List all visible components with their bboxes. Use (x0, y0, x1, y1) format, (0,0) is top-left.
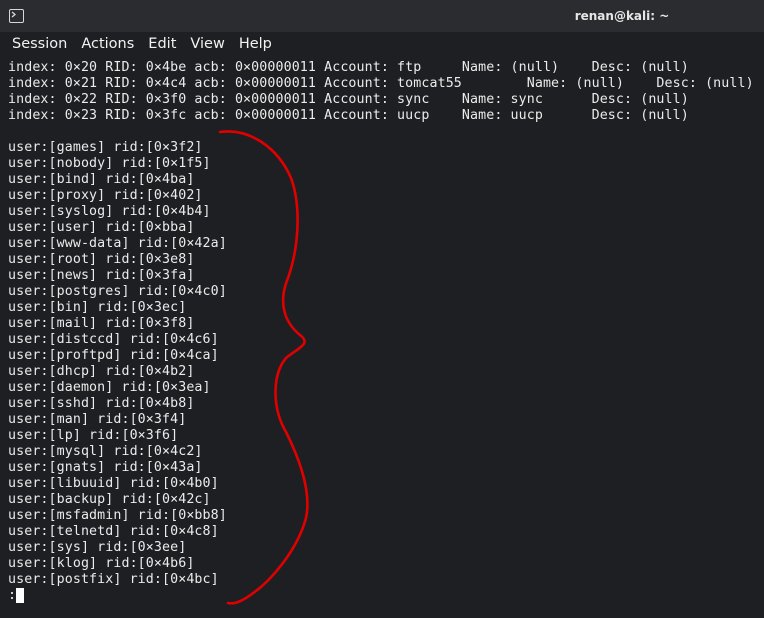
enum-line: index: 0×22 RID: 0×3f0 acb: 0×00000011 A… (8, 92, 689, 107)
menu-help[interactable]: Help (232, 33, 279, 55)
user-line: user:[telnetd] rid:[0×4c8] (8, 524, 219, 539)
user-line: user:[bin] rid:[0×3ec] (8, 300, 187, 315)
user-line: user:[sshd] rid:[0×4b8] (8, 396, 195, 411)
menu-session[interactable]: Session (5, 33, 74, 55)
enum-line: index: 0×23 RID: 0×3fc acb: 0×00000011 A… (8, 108, 689, 123)
user-line: user:[daemon] rid:[0×3ea] (8, 380, 211, 395)
terminal-output[interactable]: index: 0×20 RID: 0×4be acb: 0×00000011 A… (0, 56, 764, 618)
user-line: user:[syslog] rid:[0×4b4] (8, 204, 211, 219)
user-line: user:[mysql] rid:[0×4c2] (8, 444, 203, 459)
user-line: user:[games] rid:[0×3f2] (8, 140, 203, 155)
menu-view[interactable]: View (183, 33, 231, 55)
user-line: user:[distccd] rid:[0×4c6] (8, 332, 219, 347)
user-line: user:[dhcp] rid:[0×4b2] (8, 364, 195, 379)
user-line: user:[bind] rid:[0×4ba] (8, 172, 195, 187)
user-line: user:[lp] rid:[0×3f6] (8, 428, 179, 443)
user-line: user:[nobody] rid:[0×1f5] (8, 156, 211, 171)
user-line: user:[proftpd] rid:[0×4ca] (8, 348, 219, 363)
window-titlebar[interactable]: renan@kali: ~ (0, 0, 764, 32)
menu-bar: Session Actions Edit View Help (0, 32, 764, 56)
user-line: user:[mail] rid:[0×3f8] (8, 316, 195, 331)
text-cursor (16, 588, 24, 603)
user-line: user:[root] rid:[0×3e8] (8, 252, 195, 267)
user-line: user:[libuuid] rid:[0×4b0] (8, 476, 219, 491)
pager-prompt: : (8, 588, 17, 603)
window-title: renan@kali: ~ (574, 9, 670, 23)
user-line: user:[news] rid:[0×3fa] (8, 268, 195, 283)
user-line: user:[backup] rid:[0×42c] (8, 492, 211, 507)
terminal-icon[interactable] (9, 9, 24, 23)
enum-line: index: 0×21 RID: 0×4c4 acb: 0×00000011 A… (8, 76, 754, 91)
user-line: user:[postfix] rid:[0×4bc] (8, 572, 219, 587)
user-line: user:[klog] rid:[0×4b6] (8, 556, 195, 571)
user-line: user:[msfadmin] rid:[0×bb8] (8, 508, 227, 523)
user-line: user:[sys] rid:[0×3ee] (8, 540, 187, 555)
enum-line: index: 0×20 RID: 0×4be acb: 0×00000011 A… (8, 60, 689, 75)
menu-actions[interactable]: Actions (74, 33, 141, 55)
user-line: user:[user] rid:[0×bba] (8, 220, 195, 235)
user-line: user:[man] rid:[0×3f4] (8, 412, 187, 427)
menu-edit[interactable]: Edit (141, 33, 183, 55)
user-line: user:[gnats] rid:[0×43a] (8, 460, 203, 475)
user-line: user:[proxy] rid:[0×402] (8, 188, 203, 203)
user-line: user:[postgres] rid:[0×4c0] (8, 284, 227, 299)
user-line: user:[www-data] rid:[0×42a] (8, 236, 227, 251)
